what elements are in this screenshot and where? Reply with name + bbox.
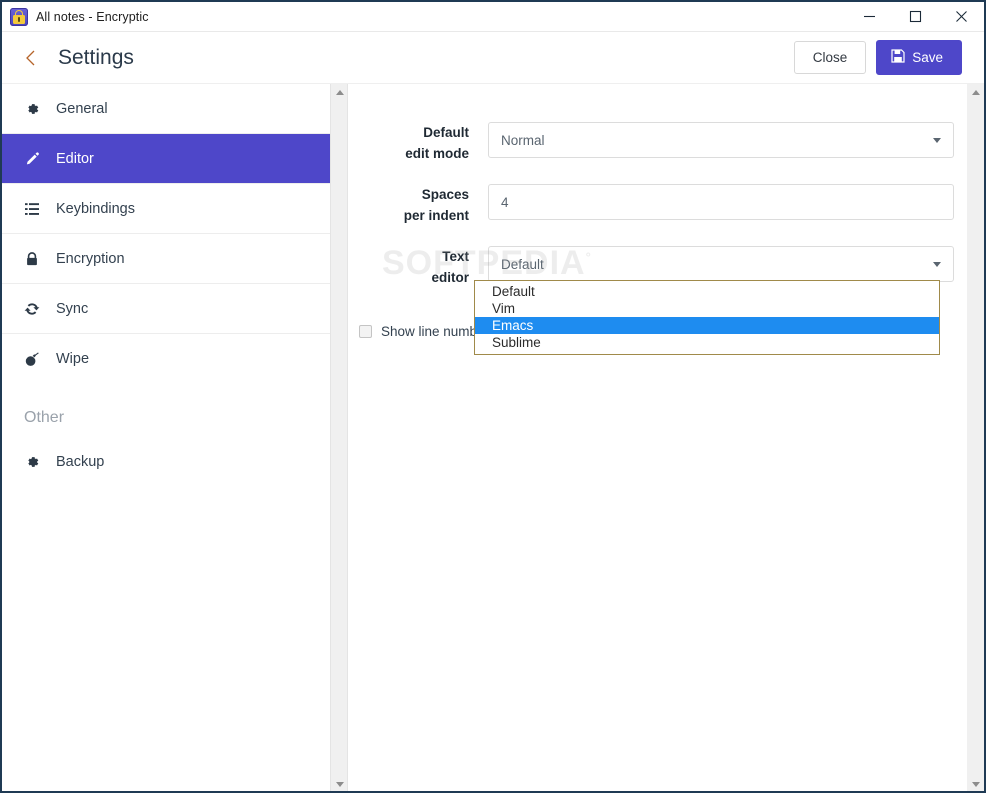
sidebar-item-label: Keybindings <box>56 200 135 217</box>
sidebar-nav: General Editor Keybindings Encryption Sync Wi… <box>2 84 330 383</box>
settings-header: Settings Close Save <box>2 32 984 84</box>
spaces-per-indent-input[interactable]: 4 <box>488 184 954 220</box>
chevron-down-icon <box>933 137 941 143</box>
field-row-default-edit-mode: Default edit mode Normal <box>359 122 954 164</box>
close-button[interactable]: Close <box>793 41 867 74</box>
sidebar-item-label: Editor <box>56 150 94 167</box>
field-label: Default edit mode <box>405 125 469 161</box>
window-title: All notes - Encryptic <box>36 9 149 24</box>
text-editor-dropdown-list[interactable]: Default Vim Emacs Sublime <box>474 280 940 355</box>
dropdown-option-vim[interactable]: Vim <box>475 300 939 317</box>
show-line-numbers-checkbox[interactable] <box>359 325 372 338</box>
sidebar-item-label: Sync <box>56 300 89 317</box>
bomb-icon <box>24 351 44 367</box>
sidebar-group-label: Other <box>24 409 65 426</box>
spaces-per-indent-value: 4 <box>501 194 509 210</box>
sidebar-item-label: Backup <box>56 453 105 470</box>
default-edit-mode-select[interactable]: Normal <box>488 122 954 158</box>
save-button-label: Save <box>912 50 943 65</box>
sidebar-item-backup[interactable]: Backup <box>2 437 330 486</box>
chevron-down-icon <box>933 261 941 267</box>
pencil-icon <box>24 151 44 167</box>
scroll-down-icon[interactable] <box>967 776 984 791</box>
sidebar-item-label: Encryption <box>56 250 125 267</box>
field-label: Spaces per indent <box>403 187 469 223</box>
dropdown-option-emacs[interactable]: Emacs <box>475 317 939 334</box>
page-title: Settings <box>58 45 134 69</box>
sidebar-item-wipe[interactable]: Wipe <box>2 334 330 383</box>
chevron-left-icon[interactable] <box>20 47 42 69</box>
app-window: All notes - Encryptic Settings Close Sav… <box>0 0 986 793</box>
close-icon[interactable] <box>938 2 984 32</box>
text-editor-select[interactable]: Default <box>488 246 954 282</box>
sidebar-item-encryption[interactable]: Encryption <box>2 234 330 283</box>
scroll-up-icon[interactable] <box>967 84 984 101</box>
field-row-spaces-per-indent: Spaces per indent 4 <box>359 184 954 226</box>
sidebar-scrollbar[interactable] <box>331 84 348 791</box>
window-controls <box>846 2 984 32</box>
sidebar-item-general[interactable]: General <box>2 84 330 133</box>
sidebar-item-label: General <box>56 100 108 117</box>
settings-main-panel: Default edit mode Normal Spaces per inde… <box>349 84 971 791</box>
sidebar-other-nav: Backup <box>2 437 330 486</box>
settings-sidebar: General Editor Keybindings Encryption Sync Wi… <box>2 84 331 791</box>
lock-icon <box>24 251 44 267</box>
header-actions: Close Save <box>793 40 962 75</box>
main-scrollbar[interactable] <box>967 84 984 791</box>
dropdown-option-sublime[interactable]: Sublime <box>475 334 939 351</box>
sidebar-item-label: Wipe <box>56 350 90 367</box>
scroll-up-icon[interactable] <box>331 84 348 101</box>
refresh-icon <box>24 301 44 317</box>
title-bar: All notes - Encryptic <box>2 2 984 32</box>
gear-icon <box>24 454 44 470</box>
field-label: Text editor <box>431 249 469 285</box>
padlock-icon <box>10 7 28 26</box>
dropdown-option-default[interactable]: Default <box>475 283 939 300</box>
scroll-down-icon[interactable] <box>331 776 348 791</box>
minimize-icon[interactable] <box>846 2 892 32</box>
gear-icon <box>24 101 44 117</box>
floppy-disk-icon <box>891 49 905 66</box>
default-edit-mode-value: Normal <box>501 132 545 148</box>
text-editor-value: Default <box>501 256 544 272</box>
list-icon <box>24 201 44 217</box>
sidebar-item-editor[interactable]: Editor <box>2 134 330 183</box>
sidebar-item-keybindings[interactable]: Keybindings <box>2 184 330 233</box>
save-button[interactable]: Save <box>876 40 962 75</box>
maximize-icon[interactable] <box>892 2 938 32</box>
sidebar-item-sync[interactable]: Sync <box>2 284 330 333</box>
